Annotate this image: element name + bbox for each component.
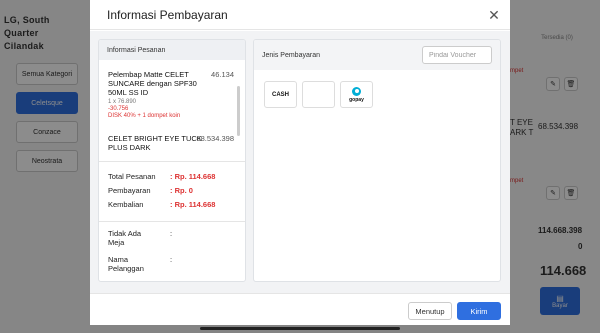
cash-label: CASH (271, 91, 289, 98)
table-value: : (170, 229, 173, 238)
item-name: Pelembap Matte CELET SUNCARE dengan SPF3… (108, 70, 197, 97)
payment-method-gopay[interactable]: gopay (340, 81, 373, 108)
payment-info-modal: Informasi Pembayaran ✕ Informasi Pesanan… (90, 0, 510, 325)
close-icon[interactable]: ✕ (488, 8, 500, 22)
item-price: 46.134 (211, 70, 234, 79)
customer-name-value: : (170, 255, 173, 264)
modal-body: Informasi Pesanan Pelembap Matte CELET S… (90, 31, 510, 293)
modal-header: Informasi Pembayaran ✕ (90, 0, 510, 30)
total-order-row: Total Pesanan : Rp. 114.668 (108, 172, 240, 181)
modal-title: Informasi Pembayaran (107, 7, 228, 22)
order-list[interactable]: Pelembap Matte CELET SUNCARE dengan SPF3… (99, 60, 245, 162)
item-price: 68.534.398 (196, 134, 234, 143)
totals: Total Pesanan : Rp. 114.668 Pembayaran :… (108, 172, 240, 214)
change-row: Kembalian : Rp. 114.668 (108, 200, 240, 209)
payment-type-panel: Jenis Pembayaran CASH gopay (253, 39, 501, 282)
gopay-icon (352, 86, 361, 96)
payment-type-header: Jenis Pembayaran (254, 40, 500, 70)
order-list-scrollbar[interactable] (237, 86, 240, 136)
order-meta: Tidak Ada Meja : Nama Pelanggan : (108, 229, 240, 281)
item-qty: 1 x 76.890 (108, 99, 137, 105)
voucher-scan-input[interactable] (422, 46, 492, 64)
payment-label: Pembayaran (108, 186, 151, 195)
payment-row: Pembayaran : Rp. 0 (108, 186, 240, 195)
item-discount-note: DISK 40% + 1 dompet koin (108, 113, 181, 119)
send-button[interactable]: Kirim (457, 302, 501, 320)
close-button[interactable]: Menutup (408, 302, 452, 320)
change-value: : Rp. 114.668 (170, 200, 216, 209)
payment-type-title: Jenis Pembayaran (262, 51, 320, 59)
order-info-title: Informasi Pesanan (99, 40, 245, 60)
total-order-value: : Rp. 114.668 (170, 172, 216, 181)
modal-footer: Menutup Kirim (90, 293, 510, 325)
list-item: CELET BRIGHT EYE TUCK PLUS DARK 68.534.3… (108, 134, 236, 152)
payment-methods: CASH gopay (264, 81, 373, 108)
order-info-panel: Informasi Pesanan Pelembap Matte CELET S… (98, 39, 246, 282)
gopay-label: gopay (349, 96, 364, 103)
change-label: Kembalian (108, 200, 144, 209)
item-name: CELET BRIGHT EYE TUCK PLUS DARK (108, 134, 202, 152)
payment-method-blank[interactable] (302, 81, 335, 108)
home-indicator (200, 327, 400, 330)
customer-row: Nama Pelanggan : (108, 255, 240, 273)
divider (99, 221, 245, 222)
table-label: Tidak Ada Meja (108, 229, 142, 247)
total-order-label: Total Pesanan (108, 172, 156, 181)
list-item: Pelembap Matte CELET SUNCARE dengan SPF3… (108, 70, 236, 119)
item-discount-amount: -30.756 (108, 106, 129, 112)
payment-value: : Rp. 0 (170, 186, 193, 195)
payment-method-cash[interactable]: CASH (264, 81, 297, 108)
customer-name-label: Nama Pelanggan (108, 255, 144, 273)
table-row: Tidak Ada Meja : (108, 229, 240, 247)
